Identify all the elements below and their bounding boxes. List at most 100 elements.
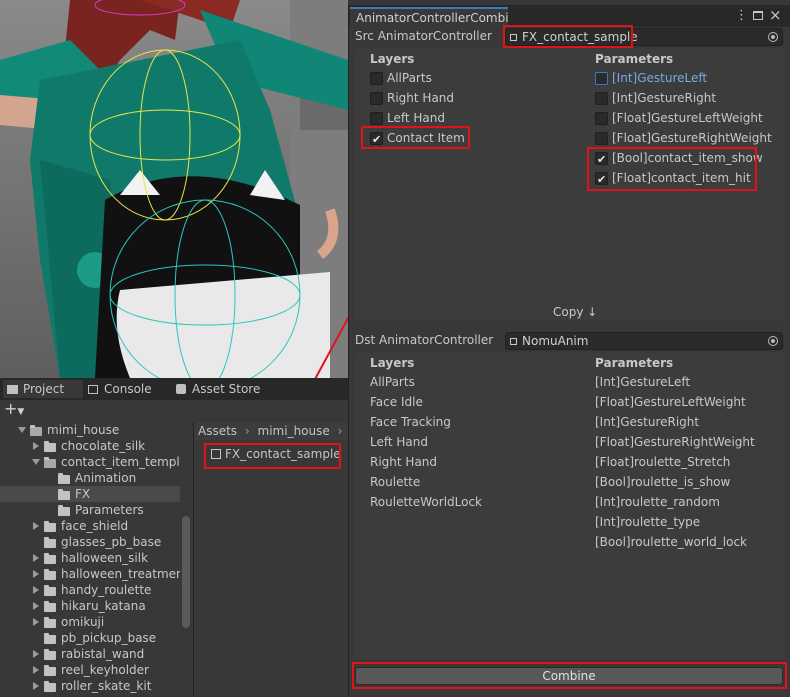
chevron-down-icon: ▼ bbox=[17, 407, 25, 417]
src-layer-checkbox[interactable] bbox=[370, 112, 383, 125]
src-parameter-row[interactable]: [Int]GestureRight bbox=[594, 89, 784, 107]
src-layers-header: Layers bbox=[370, 52, 415, 66]
close-icon[interactable]: × bbox=[769, 6, 782, 24]
src-layer-row[interactable]: AllParts bbox=[369, 69, 569, 87]
dst-controller-label: Dst AnimatorController bbox=[355, 333, 494, 347]
folder-icon bbox=[44, 457, 56, 468]
shopping-bag-icon bbox=[176, 384, 186, 394]
chevron-right-icon: › bbox=[337, 424, 343, 438]
tree-folder-item[interactable]: omikuji bbox=[0, 614, 180, 630]
tree-folder-label: face_shield bbox=[61, 519, 129, 533]
tab-asset-store[interactable]: Asset Store bbox=[176, 380, 276, 398]
chevron-right-icon[interactable] bbox=[33, 442, 39, 450]
src-parameter-checkbox[interactable] bbox=[595, 112, 608, 125]
object-picker-icon[interactable] bbox=[768, 32, 778, 42]
src-controller-label: Src AnimatorController bbox=[355, 29, 492, 43]
src-parameter-checkbox[interactable] bbox=[595, 132, 608, 145]
folder-icon bbox=[44, 617, 56, 628]
folder-icon bbox=[7, 385, 18, 394]
animator-controller-icon bbox=[510, 338, 517, 345]
chevron-right-icon[interactable] bbox=[33, 554, 39, 562]
tree-folder-label: handy_roulette bbox=[61, 583, 152, 597]
chevron-right-icon[interactable] bbox=[33, 570, 39, 578]
tree-folder-item[interactable]: halloween_silk bbox=[0, 550, 180, 566]
project-panel: Project Console Asset Store +▼ mimi_hous… bbox=[0, 378, 353, 697]
window-title-tab[interactable]: AnimatorControllerCombi... bbox=[350, 7, 508, 27]
tree-folder-item[interactable]: Parameters bbox=[0, 502, 180, 518]
tree-folder-item[interactable]: chocolate_silk bbox=[0, 438, 180, 454]
tree-folder-item[interactable]: pb_pickup_base bbox=[0, 630, 180, 646]
more-options-icon[interactable]: ⋮ bbox=[735, 8, 748, 23]
folder-icon bbox=[44, 585, 56, 596]
chevron-right-icon[interactable] bbox=[33, 618, 39, 626]
src-layer-row[interactable]: Left Hand bbox=[369, 109, 569, 127]
folder-icon bbox=[58, 505, 70, 516]
tree-scrollbar[interactable] bbox=[182, 516, 190, 628]
tree-folder-item[interactable]: reel_keyholder bbox=[0, 662, 180, 678]
tree-folder-item[interactable]: handy_roulette bbox=[0, 582, 180, 598]
tree-folder-label: hikaru_katana bbox=[61, 599, 146, 613]
chevron-right-icon[interactable] bbox=[33, 602, 39, 610]
src-parameter-row[interactable]: [Float]GestureRightWeight bbox=[594, 129, 784, 147]
breadcrumb-assets[interactable]: Assets bbox=[198, 424, 237, 438]
breadcrumb: Assets › mimi_house › co bbox=[194, 422, 353, 440]
create-menu-button[interactable]: +▼ bbox=[4, 400, 34, 418]
tree-folder-item[interactable]: mimi_house bbox=[0, 422, 180, 438]
folder-icon bbox=[44, 553, 56, 564]
src-layer-label: AllParts bbox=[387, 71, 432, 85]
breadcrumb-mimi-house[interactable]: mimi_house bbox=[258, 424, 330, 438]
dst-controller-value: NomuAnim bbox=[522, 334, 589, 348]
tree-folder-item[interactable]: halloween_treatment bbox=[0, 566, 180, 582]
src-parameter-label: [Int]GestureLeft bbox=[612, 71, 708, 85]
chevron-right-icon: › bbox=[244, 424, 250, 438]
dst-layer-item: Roulette bbox=[370, 475, 421, 489]
maximize-icon[interactable] bbox=[753, 11, 763, 20]
src-parameter-checkbox[interactable] bbox=[595, 92, 608, 105]
scene-view[interactable] bbox=[0, 0, 348, 378]
avatar-scene-illustration bbox=[0, 0, 348, 378]
tree-folder-item[interactable]: Animation bbox=[0, 470, 180, 486]
chevron-down-icon[interactable] bbox=[18, 427, 26, 433]
src-parameter-row[interactable]: [Int]GestureLeft bbox=[594, 69, 784, 87]
dst-controller-field[interactable]: NomuAnim bbox=[505, 332, 783, 350]
tab-project-label: Project bbox=[23, 382, 65, 396]
src-layer-row[interactable]: Right Hand bbox=[369, 89, 569, 107]
dst-layer-item: Face Idle bbox=[370, 395, 423, 409]
tree-folder-label: Animation bbox=[75, 471, 137, 485]
tab-console[interactable]: Console bbox=[88, 380, 168, 398]
src-parameter-row[interactable]: [Float]GestureLeftWeight bbox=[594, 109, 784, 127]
tree-folder-item[interactable]: rabistal_wand bbox=[0, 646, 180, 662]
chevron-right-icon[interactable] bbox=[33, 522, 39, 530]
folder-icon bbox=[44, 681, 56, 692]
tree-folder-item[interactable]: hikaru_katana bbox=[0, 598, 180, 614]
folder-icon bbox=[44, 569, 56, 580]
tree-folder-item[interactable]: contact_item_templat bbox=[0, 454, 180, 470]
folder-icon bbox=[30, 425, 42, 436]
tab-project[interactable]: Project bbox=[3, 380, 83, 398]
folder-icon bbox=[58, 473, 70, 484]
combine-highlight-box bbox=[352, 662, 787, 689]
tree-folder-item[interactable]: roller_skate_kit bbox=[0, 678, 180, 694]
tree-folder-item[interactable]: glasses_pb_base bbox=[0, 534, 180, 550]
object-picker-icon[interactable] bbox=[768, 336, 778, 346]
src-parameter-checkbox[interactable] bbox=[595, 72, 608, 85]
tab-console-label: Console bbox=[104, 382, 152, 396]
tree-folder-item[interactable]: FX bbox=[0, 486, 180, 502]
folder-icon bbox=[44, 521, 56, 532]
copy-label: Copy ↓ bbox=[553, 305, 598, 319]
tree-folder-label: roller_skate_kit bbox=[61, 679, 152, 693]
src-layer-checkbox[interactable] bbox=[370, 72, 383, 85]
tree-folder-label: glasses_pb_base bbox=[61, 535, 162, 549]
dst-parameter-item: [Bool]roulette_world_lock bbox=[595, 535, 748, 549]
chevron-right-icon[interactable] bbox=[33, 666, 39, 674]
src-parameter-label: [Float]GestureLeftWeight bbox=[612, 111, 763, 125]
tree-folder-label: pb_pickup_base bbox=[61, 631, 157, 645]
src-layer-checkbox[interactable] bbox=[370, 92, 383, 105]
chevron-right-icon[interactable] bbox=[33, 682, 39, 690]
tree-folder-item[interactable]: face_shield bbox=[0, 518, 180, 534]
console-icon bbox=[88, 385, 98, 394]
chevron-right-icon[interactable] bbox=[33, 650, 39, 658]
chevron-right-icon[interactable] bbox=[33, 586, 39, 594]
chevron-down-icon[interactable] bbox=[32, 459, 40, 465]
dst-layer-item: AllParts bbox=[370, 375, 415, 389]
